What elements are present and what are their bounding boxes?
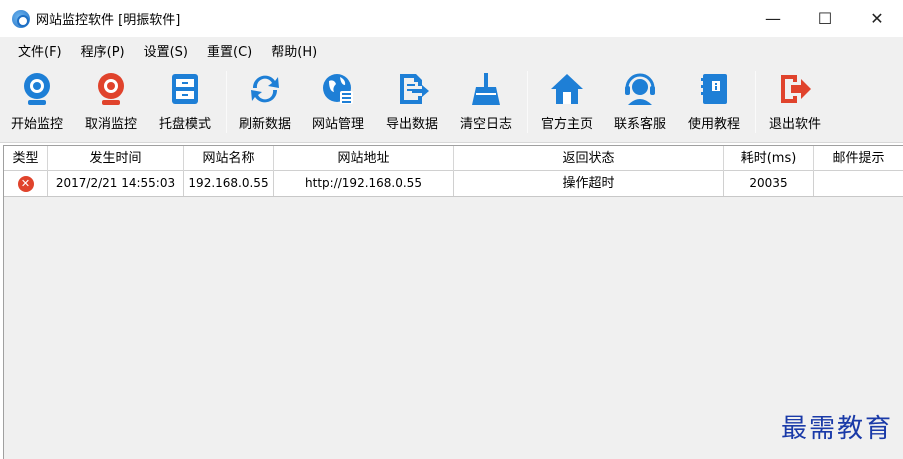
export-data-button[interactable]: 导出数据 — [377, 69, 447, 137]
tray-mode-button[interactable]: 托盘模式 — [150, 69, 220, 137]
broom-icon — [466, 69, 506, 109]
minimize-button[interactable]: — — [747, 0, 799, 37]
app-logo-icon — [12, 9, 30, 28]
window-title: 网站监控软件 [明振软件] — [36, 13, 181, 28]
cell-time: 2017/2/21 14:55:03 — [48, 171, 184, 196]
cancel-monitor-button[interactable]: 取消监控 — [76, 69, 146, 137]
column-header-status[interactable]: 返回状态 — [454, 146, 724, 171]
headset-icon — [620, 69, 660, 109]
cell-name: 192.168.0.55 — [184, 171, 274, 196]
column-header-time[interactable]: 发生时间 — [48, 146, 184, 171]
toolbar-separator — [226, 71, 227, 133]
menu-reset[interactable]: 重置(C) — [199, 41, 260, 60]
support-button[interactable]: 联系客服 — [605, 69, 675, 137]
tutorial-button[interactable]: 使用教程 — [679, 69, 749, 137]
cell-status: 操作超时 — [454, 171, 724, 196]
webcam-icon — [17, 69, 57, 109]
toolbar: 开始监控 取消监控 托盘模式 刷新数据 网站管理 导出数据 清空日志 官方主页 … — [0, 63, 903, 143]
cell-type: ✕ — [4, 171, 48, 196]
menu-help[interactable]: 帮助(H) — [263, 41, 325, 60]
refresh-icon — [245, 69, 285, 109]
grid-header: 类型 发生时间 网站名称 网站地址 返回状态 耗时(ms) 邮件提示 — [4, 145, 903, 171]
homepage-button[interactable]: 官方主页 — [532, 69, 602, 137]
refresh-data-button[interactable]: 刷新数据 — [230, 69, 300, 137]
home-icon — [547, 69, 587, 109]
cell-elapsed: 20035 — [724, 171, 814, 196]
site-manage-button[interactable]: 网站管理 — [303, 69, 373, 137]
menu-settings[interactable]: 设置(S) — [136, 41, 196, 60]
export-data-label: 导出数据 — [385, 117, 438, 132]
support-label: 联系客服 — [613, 117, 666, 132]
exit-label: 退出软件 — [768, 117, 821, 132]
tray-icon — [165, 69, 205, 109]
column-header-url[interactable]: 网站地址 — [274, 146, 454, 171]
column-header-elapsed[interactable]: 耗时(ms) — [724, 146, 814, 171]
toolbar-separator — [527, 71, 528, 133]
title-bar: 网站监控软件 [明振软件] — ☐ ✕ — [0, 0, 903, 37]
watermark-text: 最需教育 — [780, 414, 893, 444]
tray-mode-label: 托盘模式 — [158, 117, 211, 132]
column-header-type[interactable]: 类型 — [4, 146, 48, 171]
window-controls: — ☐ ✕ — [747, 0, 903, 37]
start-monitor-label: 开始监控 — [10, 117, 63, 132]
exit-button[interactable]: 退出软件 — [760, 69, 830, 137]
cell-mail — [814, 171, 903, 196]
tutorial-label: 使用教程 — [687, 117, 740, 132]
column-header-mail[interactable]: 邮件提示 — [814, 146, 903, 171]
clear-log-label: 清空日志 — [459, 117, 512, 132]
close-button[interactable]: ✕ — [851, 0, 903, 37]
error-icon: ✕ — [17, 175, 34, 192]
column-header-name[interactable]: 网站名称 — [184, 146, 274, 171]
menu-program[interactable]: 程序(P) — [73, 41, 133, 60]
refresh-data-label: 刷新数据 — [238, 117, 291, 132]
export-icon — [392, 69, 432, 109]
webcam-off-icon — [91, 69, 131, 109]
toolbar-separator — [755, 71, 756, 133]
cancel-monitor-label: 取消监控 — [84, 117, 137, 132]
menu-file[interactable]: 文件(F) — [10, 41, 70, 60]
homepage-label: 官方主页 — [540, 117, 593, 132]
cell-url: http://192.168.0.55 — [274, 171, 454, 196]
start-monitor-button[interactable]: 开始监控 — [2, 69, 72, 137]
clear-log-button[interactable]: 清空日志 — [451, 69, 521, 137]
globe-icon — [318, 69, 358, 109]
menu-bar: 文件(F) 程序(P) 设置(S) 重置(C) 帮助(H) — [0, 37, 903, 63]
maximize-button[interactable]: ☐ — [799, 0, 851, 37]
book-icon — [694, 69, 734, 109]
exit-icon — [775, 69, 815, 109]
site-manage-label: 网站管理 — [311, 117, 364, 132]
table-row[interactable]: ✕ 2017/2/21 14:55:03 192.168.0.55 http:/… — [4, 171, 903, 197]
log-grid[interactable]: 类型 发生时间 网站名称 网站地址 返回状态 耗时(ms) 邮件提示 ✕ 201… — [3, 145, 903, 459]
